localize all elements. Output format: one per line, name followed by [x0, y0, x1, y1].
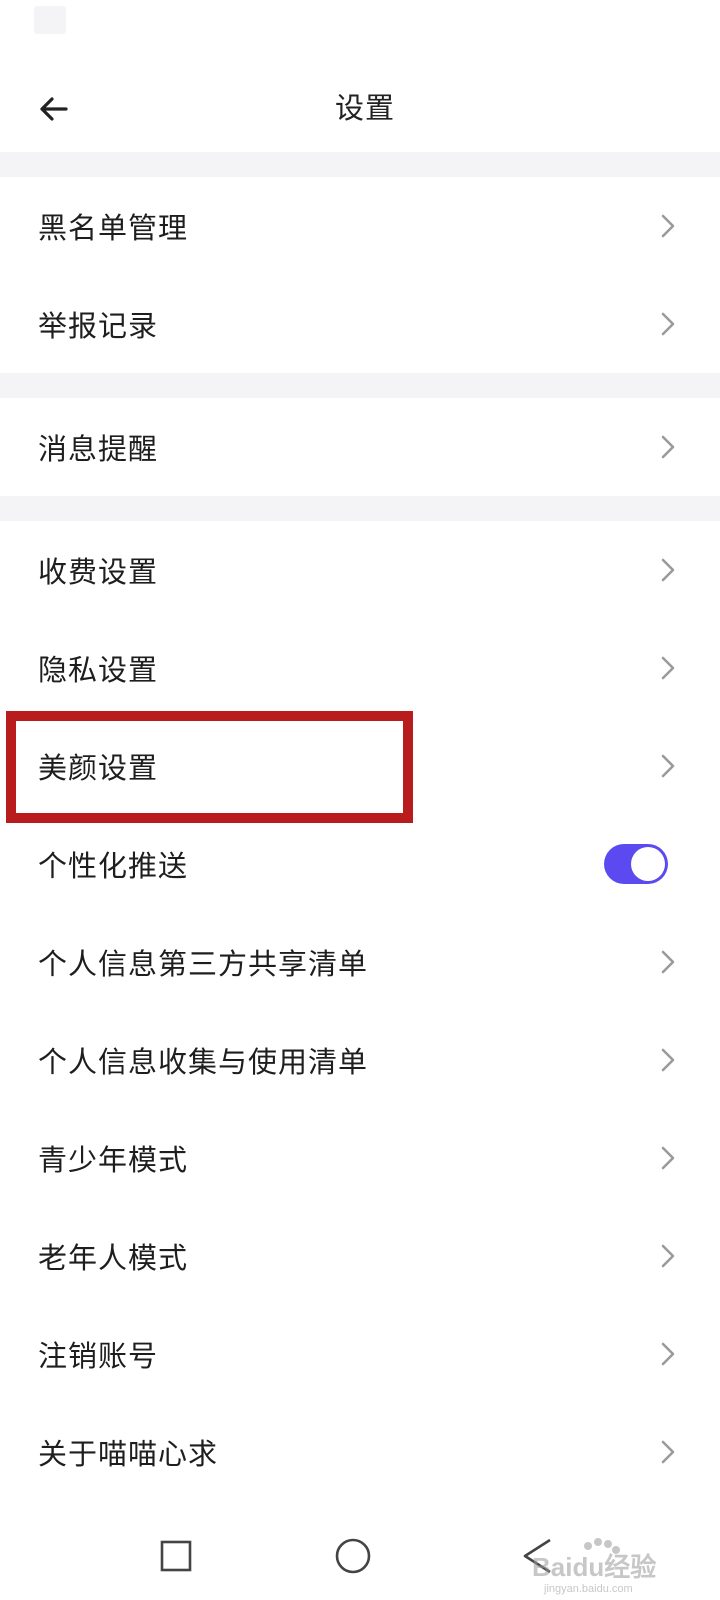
- chevron-right-icon: [661, 558, 675, 582]
- chevron-right-icon: [661, 1342, 675, 1366]
- back-button[interactable]: [30, 84, 80, 134]
- status-bar: [0, 0, 720, 60]
- chevron-right-icon: [661, 656, 675, 680]
- chevron-right-icon: [661, 1146, 675, 1170]
- settings-item-about[interactable]: 关于喵喵心求: [0, 1403, 720, 1501]
- settings-item-label: 个性化推送: [38, 849, 189, 883]
- chevron-right-icon: [661, 1440, 675, 1464]
- recents-button[interactable]: [146, 1526, 206, 1586]
- section-divider: [0, 152, 720, 177]
- chevron-right-icon: [661, 435, 675, 459]
- settings-item-privacy-settings[interactable]: 隐私设置: [0, 619, 720, 717]
- settings-item-label: 美颜设置: [38, 751, 159, 785]
- section-divider: [0, 496, 720, 521]
- settings-item-fee-settings[interactable]: 收费设置: [0, 521, 720, 619]
- settings-item-label: 隐私设置: [38, 653, 159, 687]
- chevron-right-icon: [661, 312, 675, 336]
- settings-item-label: 举报记录: [38, 309, 159, 343]
- settings-item-beauty-settings[interactable]: 美颜设置: [0, 717, 720, 815]
- toggle-knob: [631, 847, 665, 881]
- settings-item-label: 老年人模式: [38, 1241, 189, 1275]
- home-button[interactable]: [323, 1526, 383, 1586]
- chevron-right-icon: [661, 950, 675, 974]
- settings-screen: 设置 黑名单管理 举报记录 消息提醒 收费设置 隐私设置 美颜设置 个性化推送 …: [0, 0, 720, 1600]
- settings-item-label: 黑名单管理: [38, 211, 189, 245]
- circle-icon: [335, 1538, 371, 1574]
- settings-item-teen-mode[interactable]: 青少年模式: [0, 1109, 720, 1207]
- settings-item-label: 收费设置: [38, 555, 159, 589]
- settings-item-delete-account[interactable]: 注销账号: [0, 1305, 720, 1403]
- settings-item-info-collection-list[interactable]: 个人信息收集与使用清单: [0, 1011, 720, 1109]
- settings-item-third-party-sharing-list[interactable]: 个人信息第三方共享清单: [0, 913, 720, 1011]
- chevron-right-icon: [661, 1048, 675, 1072]
- settings-item-personalized-push: 个性化推送: [0, 815, 720, 913]
- watermark-subtext: jingyan.baidu.com: [543, 1583, 633, 1595]
- section-divider: [0, 373, 720, 398]
- settings-item-label: 青少年模式: [38, 1143, 189, 1177]
- chevron-right-icon: [661, 754, 675, 778]
- header-bar: 设置: [0, 60, 720, 152]
- settings-item-report-records[interactable]: 举报记录: [0, 275, 720, 373]
- baidu-watermark: Baidu经验 jingyan.baidu.com: [532, 1538, 656, 1595]
- chevron-right-icon: [661, 1244, 675, 1268]
- square-icon: [160, 1540, 192, 1572]
- settings-item-blacklist[interactable]: 黑名单管理: [0, 177, 720, 275]
- settings-item-label: 消息提醒: [38, 432, 159, 466]
- settings-item-elderly-mode[interactable]: 老年人模式: [0, 1207, 720, 1305]
- personalized-push-toggle[interactable]: [604, 844, 668, 884]
- settings-item-label: 个人信息收集与使用清单: [38, 1045, 369, 1079]
- settings-item-label: 关于喵喵心求: [38, 1437, 219, 1471]
- back-arrow-icon: [40, 97, 68, 121]
- status-indicator: [34, 6, 66, 34]
- settings-item-label: 个人信息第三方共享清单: [38, 947, 369, 981]
- settings-item-label: 注销账号: [38, 1339, 159, 1373]
- watermark-text: Baidu经验: [532, 1552, 656, 1582]
- settings-item-message-reminder[interactable]: 消息提醒: [0, 398, 720, 496]
- page-title: 设置: [334, 91, 395, 125]
- chevron-right-icon: [661, 214, 675, 238]
